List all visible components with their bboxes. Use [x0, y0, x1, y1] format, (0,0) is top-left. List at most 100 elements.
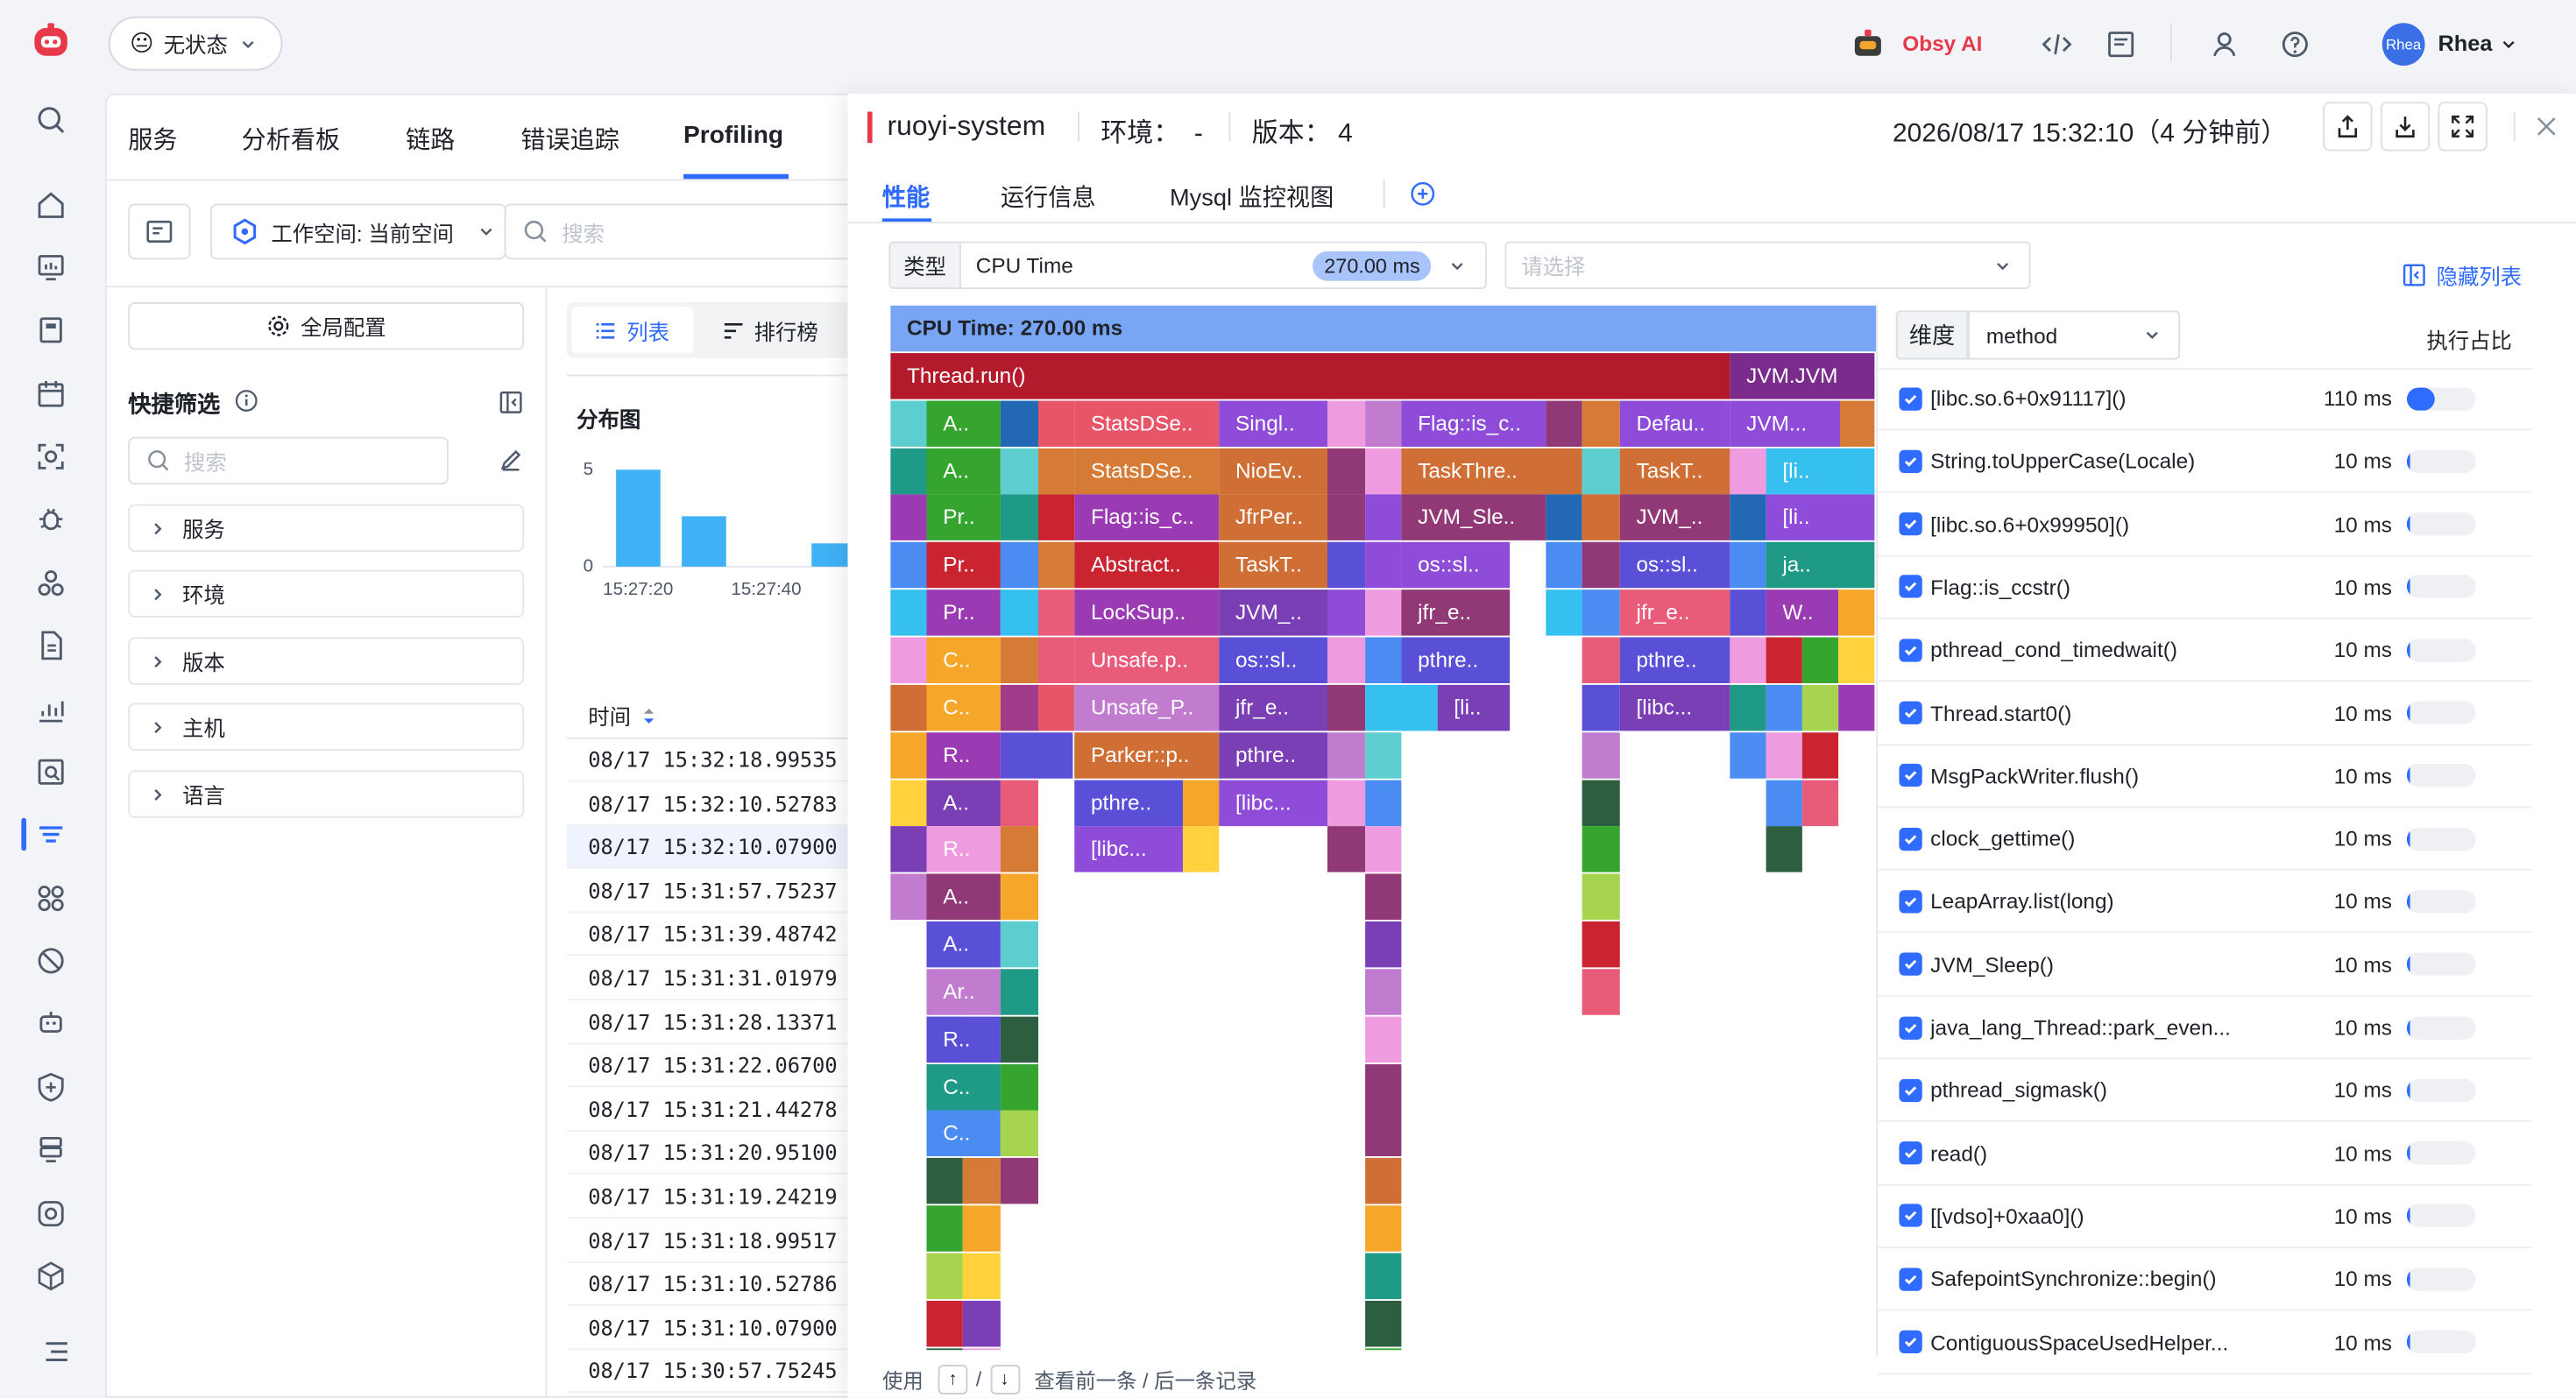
flame-frame[interactable]: Singl..	[1219, 399, 1327, 447]
dimension-select[interactable]: method	[1968, 310, 2181, 360]
chart-icon[interactable]	[33, 691, 69, 727]
flame-frame[interactable]	[1365, 1111, 1402, 1157]
flame-frame[interactable]: JVM_Sle..	[1401, 495, 1546, 541]
method-row[interactable]: String.toUpperCase(Locale) 10 ms	[1878, 431, 2532, 494]
checkbox[interactable]	[1899, 1204, 1922, 1228]
code-icon[interactable]	[2041, 28, 2074, 61]
checkbox[interactable]	[1899, 512, 1922, 536]
flame-frame[interactable]	[1365, 921, 1402, 968]
flame-frame[interactable]	[1582, 448, 1620, 494]
method-row[interactable]: Thread.start0() 10 ms	[1878, 682, 2532, 745]
flame-frame[interactable]	[1365, 1300, 1402, 1347]
add-tab-icon[interactable]	[1410, 180, 1436, 207]
flame-frame[interactable]	[1000, 495, 1038, 541]
flame-frame[interactable]	[1730, 684, 1766, 731]
flame-frame[interactable]: os::sl..	[1219, 637, 1327, 683]
flame-frame[interactable]	[1546, 399, 1582, 447]
flame-frame[interactable]: A..	[926, 779, 1001, 826]
table-row[interactable]: 08/17 15:31:31.01979	[566, 957, 863, 1000]
flame-frame[interactable]	[1327, 826, 1366, 873]
method-row[interactable]: [libc.so.6+0x99950]() 10 ms	[1878, 494, 2532, 556]
flame-frame[interactable]	[1365, 684, 1438, 731]
flame-frame[interactable]: JVM_..	[1219, 590, 1327, 636]
flame-frame[interactable]	[962, 1205, 1001, 1253]
filter-group-language[interactable]: 语言	[128, 770, 525, 818]
flame-frame[interactable]: [libc...	[1219, 779, 1327, 826]
status-selector[interactable]: 😐 无状态	[108, 16, 283, 71]
flame-frame[interactable]: TaskT..	[1619, 448, 1730, 494]
flame-frame[interactable]: os::sl..	[1619, 542, 1730, 589]
flame-frame[interactable]: JVM_..	[1619, 495, 1730, 541]
method-row[interactable]: LeapArray.list(long) 10 ms	[1878, 871, 2532, 934]
flame-frame[interactable]	[1730, 448, 1766, 494]
distribution-bar[interactable]	[616, 470, 661, 567]
flame-frame[interactable]	[1582, 684, 1620, 731]
flame-frame[interactable]	[1582, 779, 1620, 826]
sort-icon[interactable]	[640, 705, 657, 725]
flame-frame[interactable]	[1766, 637, 1802, 683]
checkbox[interactable]	[1899, 701, 1922, 724]
logo-icon[interactable]	[33, 23, 69, 59]
checkbox[interactable]	[1899, 386, 1922, 410]
tab-performance[interactable]: 性能	[882, 179, 930, 213]
tab-profiling[interactable]: Profiling	[683, 122, 783, 150]
tab-analysis-board[interactable]: 分析看板	[242, 122, 341, 156]
flame-frame[interactable]	[1365, 637, 1402, 683]
flame-frame[interactable]	[890, 399, 927, 447]
calendar-icon[interactable]	[33, 376, 69, 412]
close-icon[interactable]	[2535, 115, 2558, 138]
method-row[interactable]: clock_gettime() 10 ms	[1878, 808, 2532, 871]
filter-group-env[interactable]: 环境	[128, 569, 525, 618]
checkbox[interactable]	[1899, 449, 1922, 473]
flame-frame[interactable]: Pr..	[926, 542, 1001, 589]
flame-frame[interactable]	[1038, 495, 1075, 541]
flame-frame[interactable]: Defau..	[1619, 399, 1730, 447]
flame-frame[interactable]	[1365, 1205, 1402, 1253]
flame-frame[interactable]	[926, 1205, 963, 1253]
checkbox[interactable]	[1899, 1267, 1922, 1291]
flame-frame[interactable]: LockSup..	[1074, 590, 1220, 636]
flame-frame[interactable]	[1000, 1063, 1038, 1110]
flame-frame[interactable]	[926, 1253, 963, 1300]
box-icon[interactable]	[33, 1258, 69, 1294]
method-row[interactable]: MsgPackWriter.flush() 10 ms	[1878, 745, 2532, 808]
flame-frame[interactable]	[1546, 495, 1582, 541]
table-row[interactable]: 08/17 15:31:22.06700	[566, 1045, 863, 1088]
flame-frame[interactable]	[1000, 448, 1038, 494]
flame-frame[interactable]: [libc...	[1074, 826, 1183, 873]
method-row[interactable]: ContiguousSpaceUsedHelper... 10 ms	[1878, 1311, 2532, 1374]
flame-frame[interactable]	[926, 1300, 963, 1347]
flame-frame[interactable]	[1038, 637, 1075, 683]
flame-frame[interactable]	[926, 1158, 963, 1204]
flame-frame[interactable]	[1000, 637, 1038, 683]
flame-frame[interactable]	[1183, 779, 1220, 826]
user-name[interactable]: Rhea	[2438, 32, 2493, 56]
flame-frame[interactable]: ja..	[1766, 542, 1875, 589]
flame-frame[interactable]: C..	[926, 637, 1001, 683]
flame-frame[interactable]: C..	[926, 1063, 1001, 1110]
tab-traces[interactable]: 链路	[406, 122, 455, 156]
flame-frame[interactable]	[890, 873, 927, 921]
global-config-button[interactable]: 全局配置	[128, 302, 525, 350]
method-row[interactable]: pthread_cond_timedwait() 10 ms	[1878, 619, 2532, 682]
table-row[interactable]: 08/17 15:31:20.95100	[566, 1133, 863, 1176]
flame-frame[interactable]	[1327, 542, 1366, 589]
flame-frame[interactable]	[1582, 921, 1620, 968]
table-row[interactable]: 08/17 15:31:10.07900	[566, 1307, 863, 1350]
scan-icon[interactable]	[33, 439, 69, 475]
flame-frame[interactable]	[1838, 684, 1875, 731]
type-select[interactable]: CPU Time 270.00 ms	[960, 241, 1487, 289]
method-row[interactable]: read() 10 ms	[1878, 1123, 2532, 1185]
flame-frame[interactable]	[1000, 873, 1038, 921]
flame-frame[interactable]	[1582, 873, 1620, 921]
flame-frame[interactable]	[1000, 779, 1038, 826]
flame-frame[interactable]	[1582, 826, 1620, 873]
table-row[interactable]: 08/17 15:31:10.52786	[566, 1263, 863, 1306]
search-input[interactable]: 搜索	[504, 203, 853, 260]
flame-frame[interactable]	[1582, 495, 1620, 541]
flame-frame[interactable]	[1038, 684, 1075, 731]
flame-frame[interactable]: A..	[926, 448, 1001, 494]
flame-frame[interactable]	[1730, 731, 1766, 779]
flame-frame[interactable]	[1840, 399, 1875, 447]
flame-frame[interactable]: C..	[926, 684, 1001, 731]
